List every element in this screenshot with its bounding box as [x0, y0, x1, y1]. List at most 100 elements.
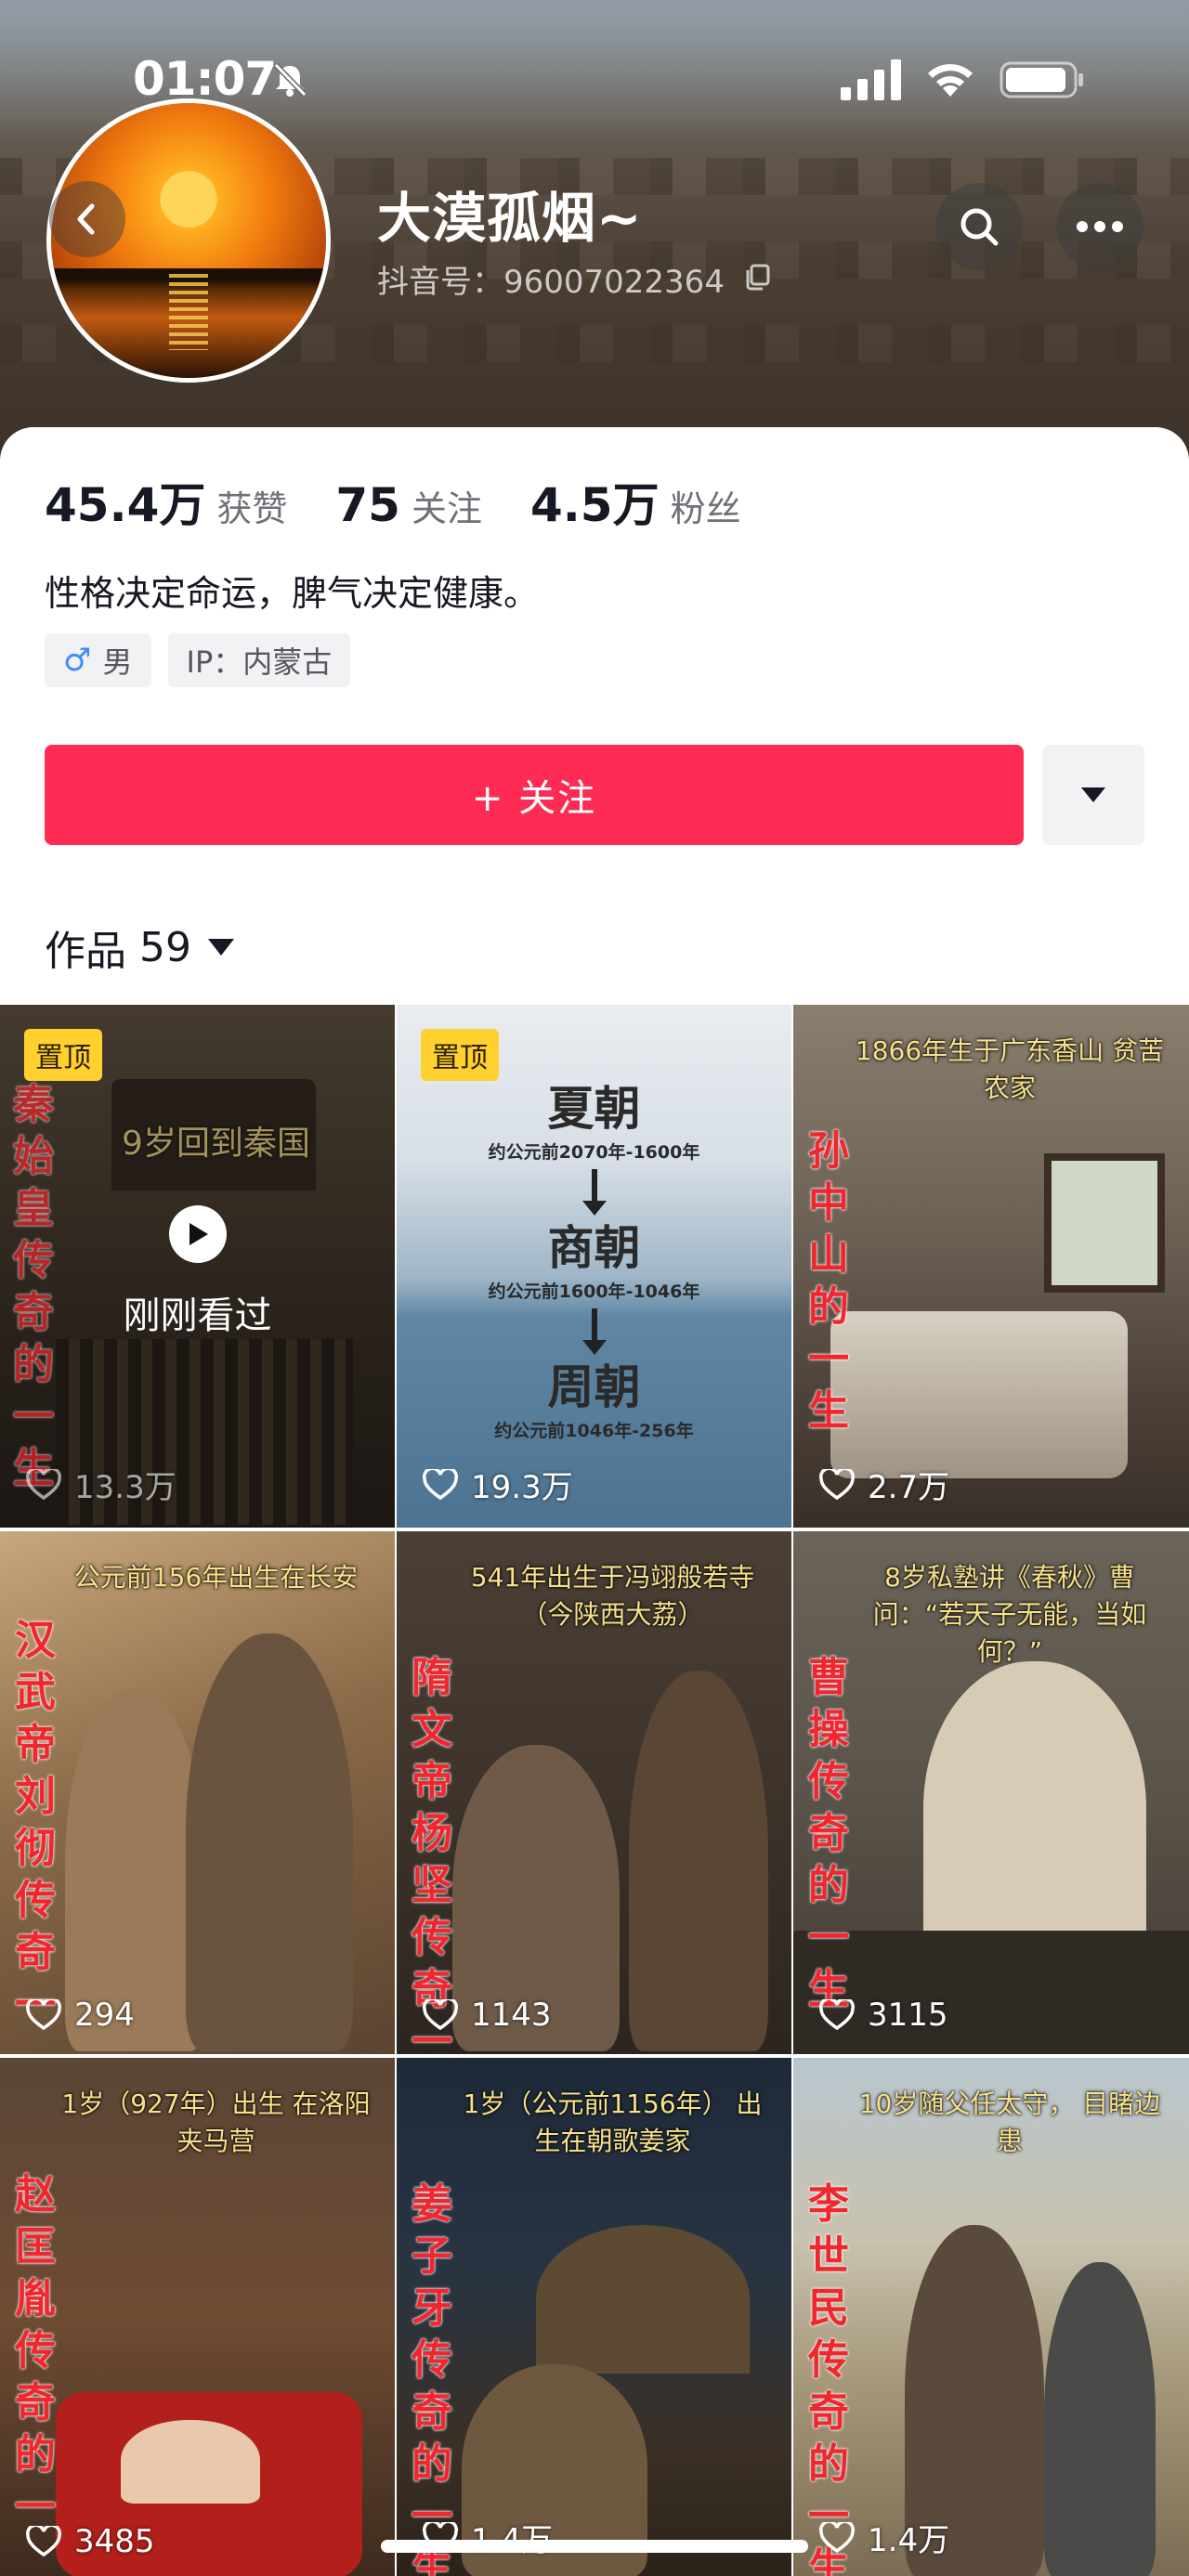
heart-icon	[819, 1468, 855, 1500]
avatar-sun-glint	[169, 273, 208, 351]
window	[1044, 1153, 1165, 1293]
search-button[interactable]	[935, 183, 1023, 270]
works-tab-label: 作品	[45, 928, 126, 975]
heart-icon	[423, 1468, 458, 1500]
video-caption: 9岁回到秦国	[122, 1125, 310, 1163]
video-caption: 1岁（公元前1156年） 出生在朝歌姜家	[463, 2088, 763, 2156]
video-title: 赵匡胤传奇的一	[15, 2171, 56, 2530]
stat-value: 75	[335, 478, 400, 532]
status-time: 01:07	[133, 52, 277, 106]
heart-icon	[26, 1999, 61, 2031]
heart-icon	[26, 1468, 61, 1500]
video-card[interactable]: 1岁（公元前1156年） 出生在朝歌姜家 姜子牙传奇的一生 1.4万	[397, 2058, 791, 2576]
video-likes: 294	[26, 1997, 135, 2034]
video-caption: 1岁（927年）出生 在洛阳夹马营	[61, 2088, 371, 2156]
figure-child	[923, 1661, 1146, 1968]
stat-label: 关注	[411, 488, 482, 529]
video-likes: 2.7万	[819, 1462, 949, 1507]
profile-bio: 性格决定命运，脾气决定健康。	[45, 573, 540, 614]
likes-count: 2.7万	[868, 1469, 950, 1506]
video-grid: 置顶 秦始皇传奇的一生 9岁回到秦国 刚刚看过 13.3万 置顶 夏朝 约公元前…	[0, 1005, 1189, 2576]
video-title: 隋文帝杨坚传奇一	[412, 1654, 452, 2054]
copy-icon[interactable]	[743, 262, 773, 292]
video-card[interactable]: 置顶 夏朝 约公元前2070年-1600年 商朝 约公元前1600年-1046年…	[397, 1005, 791, 1528]
dynasty-name: 商朝	[547, 1221, 641, 1275]
home-indicator[interactable]	[381, 2540, 808, 2553]
video-caption: 公元前156年出生在长安	[73, 1562, 359, 1593]
likes-count: 13.3万	[74, 1469, 176, 1506]
play-icon	[169, 1205, 227, 1263]
gender-label: 男	[102, 644, 133, 680]
video-card[interactable]: 公元前156年出生在长安 汉武帝刘彻传奇一 294	[0, 1531, 395, 2054]
likes-count: 294	[74, 1997, 135, 2034]
battery-icon	[1000, 61, 1083, 98]
stat-value: 45.4万	[45, 478, 206, 532]
caret-down-icon	[1081, 787, 1105, 802]
dynasty-xia: 夏朝 约公元前2070年-1600年	[397, 1072, 791, 1216]
video-card[interactable]: 1岁（927年）出生 在洛阳夹马营 赵匡胤传奇的一 3485	[0, 2058, 395, 2576]
profile-douyin-id: 抖音号：96007022364	[377, 264, 725, 301]
video-likes: 3115	[819, 1997, 948, 2034]
video-card[interactable]: 1866年生于广东香山 贫苦农家 孙中山的一生 2.7万	[793, 1005, 1189, 1528]
dynasty-zhou: 周朝 约公元前1046年-256年	[397, 1350, 791, 1442]
profile-stats: 45.4万 获赞 75 关注 4.5万 粉丝	[45, 468, 790, 535]
video-card[interactable]: 置顶 秦始皇传奇的一生 9岁回到秦国 刚刚看过 13.3万	[0, 1005, 395, 1528]
figure-father	[186, 1633, 353, 2051]
wifi-icon	[928, 64, 973, 97]
bed	[830, 1311, 1128, 1478]
video-likes: 1.4万	[423, 2515, 553, 2560]
more-dots-icon	[1077, 221, 1123, 232]
tab-works[interactable]: 作品 59	[45, 917, 234, 977]
chevron-left-icon	[77, 203, 95, 235]
video-likes: 1.4万	[819, 2515, 949, 2560]
video-card[interactable]: 541年出生于冯翊般若寺 （今陕西大荔） 隋文帝杨坚传奇一 1143	[397, 1531, 791, 2054]
dynasty-name: 夏朝	[547, 1082, 641, 1136]
profile-info-card: 45.4万 获赞 75 关注 4.5万 粉丝 性格决定命运，脾气决定健康。 ♂ …	[0, 427, 1189, 1012]
stat-followers[interactable]: 4.5万 粉丝	[530, 468, 741, 535]
likes-count: 3115	[868, 1997, 948, 2034]
follow-button[interactable]: + 关注	[45, 745, 1024, 845]
video-likes: 3485	[26, 2523, 155, 2560]
video-title: 孙中山的一生	[808, 1127, 849, 1435]
ip-location-label: IP：内蒙古	[186, 644, 333, 680]
heart-icon	[819, 1999, 855, 2031]
thatched-hut	[536, 2225, 750, 2374]
recently-viewed-label: 刚刚看过	[123, 1295, 272, 1337]
video-card[interactable]: 10岁随父任太守， 目睹边患 李世民传奇的一生 1.4万	[793, 2058, 1189, 2576]
video-card[interactable]: 8岁私塾讲《春秋》曹问：“若天子无能，当如何？” 曹操传奇的一生 3115	[793, 1531, 1189, 2054]
video-caption: 1866年生于广东香山 贫苦农家	[855, 1035, 1165, 1103]
figure-soldier	[1044, 2262, 1156, 2576]
figure-monk	[629, 1671, 768, 2051]
stat-label: 粉丝	[670, 488, 741, 529]
video-likes: 19.3万	[423, 1462, 573, 1507]
video-likes: 13.3万	[26, 1462, 176, 1507]
pinned-badge: 置顶	[24, 1029, 102, 1081]
gender-tag: ♂ 男	[45, 633, 151, 687]
stat-following[interactable]: 75 关注	[335, 478, 482, 532]
likes-count: 3485	[74, 2523, 155, 2560]
cellular-signal-icon	[841, 59, 901, 100]
heart-icon	[423, 1999, 458, 2031]
search-icon	[960, 208, 999, 246]
video-title: 汉武帝刘彻传奇一	[15, 1617, 56, 2028]
profile-tags: ♂ 男 IP：内蒙古	[45, 633, 367, 687]
down-arrow-icon	[581, 1308, 607, 1355]
more-options-button[interactable]	[1056, 183, 1143, 270]
video-likes: 1143	[423, 1997, 552, 2034]
ip-location-tag: IP：内蒙古	[167, 633, 351, 687]
back-button[interactable]	[49, 181, 125, 257]
profile-nickname: 大漠孤烟~	[377, 187, 643, 250]
works-count: 59	[139, 923, 191, 971]
dynasty-date: 约公元前1046年-256年	[494, 1421, 694, 1441]
heart-icon	[26, 2526, 61, 2557]
video-title: 曹操传奇的一生	[808, 1654, 849, 2013]
likes-count: 1143	[471, 1997, 552, 2034]
stat-label: 获赞	[216, 488, 288, 529]
likes-count: 19.3万	[471, 1469, 573, 1506]
video-caption: 541年出生于冯翊般若寺 （今陕西大荔）	[470, 1562, 755, 1630]
baby	[121, 2420, 260, 2504]
video-caption: 8岁私塾讲《春秋》曹问：“若天子无能，当如何？”	[872, 1562, 1147, 1667]
stat-likes[interactable]: 45.4万 获赞	[45, 468, 287, 535]
follow-options-button[interactable]	[1042, 745, 1144, 845]
likes-count: 1.4万	[868, 2522, 950, 2559]
